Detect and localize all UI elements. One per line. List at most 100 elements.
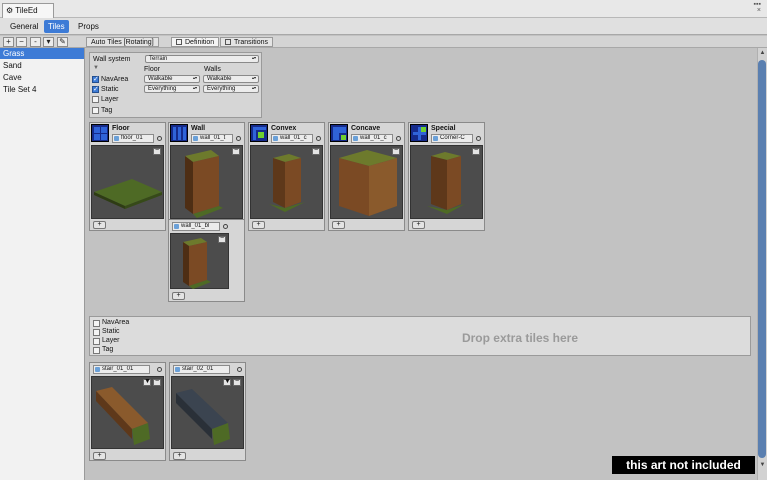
art-notice-label: this art not included	[612, 456, 755, 474]
window-controls[interactable]: ▪▪▪ ×	[754, 1, 761, 14]
floor-tile-image	[94, 179, 162, 209]
stair-02-asset-field[interactable]: stair_02_01	[173, 365, 230, 374]
sidebar-item-grass[interactable]: Grass	[0, 48, 84, 59]
special-preview: −	[410, 145, 483, 219]
wall-preview: −	[170, 145, 243, 219]
tile-card-floor: Floor floor_01 − +	[89, 122, 166, 231]
special-collapse-button[interactable]: −	[472, 147, 480, 155]
wall-variant-collapse-button[interactable]: −	[218, 235, 226, 243]
tag-checkbox[interactable]	[92, 107, 99, 114]
stair-02-picker-icon[interactable]	[237, 367, 242, 372]
floor-collapse-button[interactable]: −	[153, 147, 161, 155]
tab-auto-tiles[interactable]: Auto Tiles [Rotating]	[86, 37, 159, 47]
scroll-down-icon[interactable]: ▼	[758, 462, 767, 468]
stair-01-collapse-button[interactable]: −	[153, 378, 161, 386]
floor-asset-field[interactable]: floor_01	[112, 134, 154, 143]
floor-column-header: Floor	[144, 66, 160, 73]
wall-variant-asset-field[interactable]: wall_01_bl	[172, 222, 220, 231]
special-card-title: Special	[431, 125, 456, 132]
navarea-walls-select[interactable]: Walkable	[203, 75, 259, 83]
toolbar: + − - ▾ ✎ Auto Tiles [Rotating] Definiti…	[0, 36, 767, 48]
extra-tag-checkbox[interactable]	[93, 347, 100, 354]
floor-preview: −	[91, 145, 164, 219]
wall-variant-picker-icon[interactable]	[223, 224, 228, 229]
tab-definition[interactable]: Definition	[171, 37, 220, 47]
wall-collapse-button[interactable]: −	[232, 147, 240, 155]
convex-add-button[interactable]: +	[252, 221, 265, 229]
tab-props[interactable]: Props	[74, 20, 103, 33]
extra-layer-label: Layer	[102, 337, 120, 344]
stair-01-tile-image	[96, 387, 150, 445]
stair-02-add-button[interactable]: +	[173, 452, 186, 460]
sidebar-item-cave[interactable]: Cave	[0, 72, 84, 83]
stair-01-menu-button[interactable]: ▼	[143, 378, 151, 386]
extra-static-label: Static	[102, 328, 120, 335]
special-tile-image	[427, 152, 465, 214]
tile-card-convex: Convex wall_01_c − +	[248, 122, 325, 231]
tab-general[interactable]: General	[6, 20, 42, 33]
stair-02-tile-image	[176, 389, 230, 445]
tab-tiles[interactable]: Tiles	[44, 20, 69, 33]
concave-add-button[interactable]: +	[332, 221, 345, 229]
extra-static-checkbox[interactable]	[93, 329, 100, 336]
concave-asset-field[interactable]: wall_01_c	[351, 134, 393, 143]
floor-thumbnail-icon[interactable]	[91, 124, 109, 142]
wall-thumbnail-icon[interactable]	[170, 124, 188, 142]
layer-checkbox[interactable]	[92, 96, 99, 103]
stair-01-picker-icon[interactable]	[157, 367, 162, 372]
remove-icon[interactable]: −	[16, 37, 27, 47]
convex-asset-field[interactable]: wall_01_c	[271, 134, 313, 143]
navarea-checkbox[interactable]	[92, 75, 99, 83]
static-checkbox[interactable]	[92, 85, 99, 93]
collapse-arrow-icon[interactable]: ▼	[93, 65, 99, 71]
wall-system-select[interactable]: Terrain	[145, 55, 259, 63]
special-asset-field[interactable]: Corner-C	[431, 134, 473, 143]
window-tab[interactable]: ⚙ TileEd	[2, 3, 54, 18]
stair-01-asset-field[interactable]: stair_01_01	[93, 365, 150, 374]
separator-icon[interactable]: -	[30, 37, 41, 47]
floor-add-button[interactable]: +	[93, 221, 106, 229]
special-picker-icon[interactable]	[476, 136, 481, 141]
extra-tiles-drop-zone[interactable]: NavArea Static Layer Tag Drop extra tile…	[89, 316, 751, 356]
stair-02-menu-button[interactable]: ▼	[223, 378, 231, 386]
tag-label: Tag	[101, 107, 113, 114]
pencil-icon[interactable]: ✎	[57, 37, 68, 47]
convex-collapse-button[interactable]: −	[312, 147, 320, 155]
convex-picker-icon[interactable]	[316, 136, 321, 141]
concave-card-title: Concave	[351, 125, 381, 132]
concave-picker-icon[interactable]	[396, 136, 401, 141]
convex-preview: −	[250, 145, 323, 219]
wall-tile-image	[185, 150, 223, 218]
special-thumbnail-icon[interactable]	[410, 124, 428, 142]
sidebar-item-tile-set-4[interactable]: Tile Set 4	[0, 84, 84, 95]
navarea-floor-select[interactable]: Walkable	[144, 75, 200, 83]
stair-02-collapse-button[interactable]: −	[233, 378, 241, 386]
convex-tile-image	[269, 154, 305, 212]
tab-transitions[interactable]: Transitions	[220, 37, 273, 47]
static-walls-select[interactable]: Everything	[203, 85, 259, 93]
chevron-down-icon[interactable]: ▾	[43, 37, 54, 47]
extra-navarea-checkbox[interactable]	[93, 320, 100, 327]
extra-layer-checkbox[interactable]	[93, 338, 100, 345]
wall-asset-field[interactable]: wall_01_t	[191, 134, 233, 143]
convex-thumbnail-icon[interactable]	[250, 124, 268, 142]
concave-tile-image	[339, 150, 397, 216]
scrollbar-thumb[interactable]	[758, 60, 766, 458]
concave-preview: −	[330, 145, 403, 219]
window-title: TileEd	[15, 6, 38, 15]
wall-card-title: Wall	[191, 125, 206, 132]
concave-collapse-button[interactable]: −	[392, 147, 400, 155]
floor-picker-icon[interactable]	[157, 136, 162, 141]
concave-thumbnail-icon[interactable]	[330, 124, 348, 142]
wall-variant-add-button[interactable]: +	[172, 292, 185, 300]
sidebar-item-sand[interactable]: Sand	[0, 60, 84, 71]
tile-card-wall: Wall wall_01_t − +	[168, 122, 245, 231]
add-icon[interactable]: +	[3, 37, 14, 47]
tile-card-special: Special Corner-C − +	[408, 122, 485, 231]
scroll-up-icon[interactable]: ▲	[758, 50, 767, 56]
static-floor-select[interactable]: Everything	[144, 85, 200, 93]
stair-01-add-button[interactable]: +	[93, 452, 106, 460]
walls-column-header: Walls	[204, 66, 221, 73]
wall-picker-icon[interactable]	[236, 136, 241, 141]
special-add-button[interactable]: +	[412, 221, 425, 229]
